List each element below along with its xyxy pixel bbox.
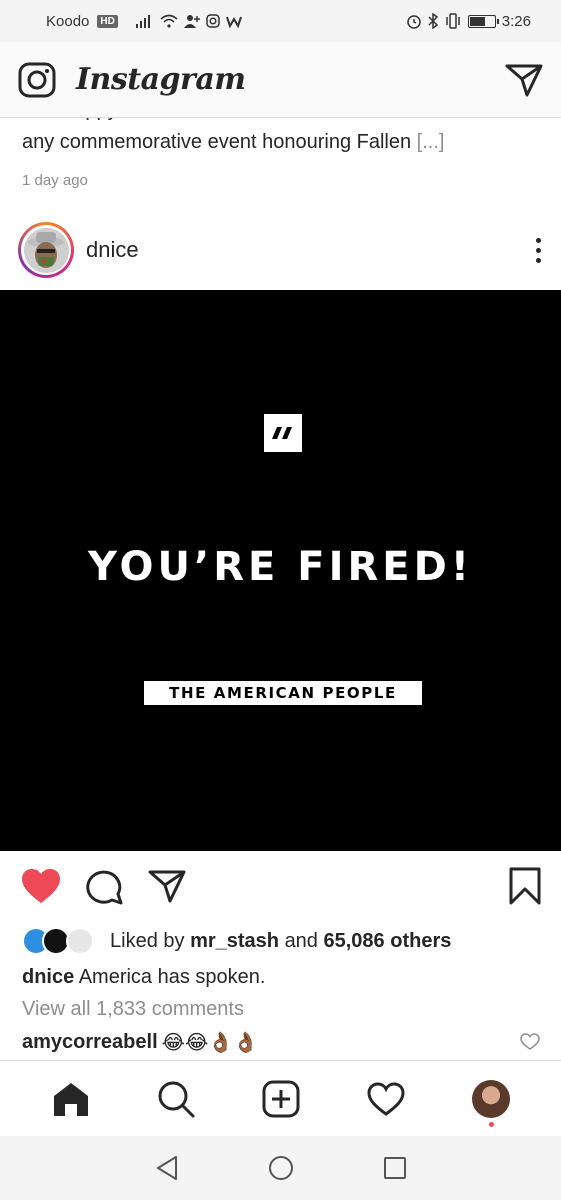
wifi-icon	[160, 14, 178, 28]
avatar-frame	[21, 225, 71, 275]
back-icon[interactable]	[154, 1155, 180, 1181]
w-notification-icon	[225, 16, 242, 28]
caption-username[interactable]: dnice	[22, 966, 74, 988]
carrier-name: Koodo	[46, 12, 90, 30]
hd-badge: HD	[97, 14, 118, 28]
add-user-icon	[183, 15, 200, 28]
liked-by-label: Liked by	[110, 929, 185, 952]
nav-home[interactable]	[41, 1069, 101, 1129]
more-link[interactable]: [...]	[417, 131, 445, 153]
home-circle-icon[interactable]	[268, 1155, 294, 1181]
signal-icon	[135, 15, 150, 28]
search-icon	[158, 1081, 194, 1117]
share-icon[interactable]	[148, 868, 186, 904]
notification-dot	[488, 1121, 494, 1127]
status-bar: Koodo HD 3:26	[0, 0, 561, 42]
camera-icon[interactable]	[18, 62, 56, 98]
status-right: 3:26	[406, 13, 531, 30]
post-caption: dnice America has spoken.	[22, 962, 265, 992]
comment-heart-icon[interactable]	[520, 1033, 540, 1051]
likes-others[interactable]: 65,086 others	[324, 930, 452, 953]
top-comment: amycorreabell 😂😂👌🏾👌🏾	[22, 1030, 540, 1054]
bottom-nav	[0, 1060, 561, 1136]
bookmark-icon[interactable]	[508, 867, 542, 905]
nav-new-post[interactable]	[251, 1069, 311, 1129]
paper-plane-icon[interactable]	[505, 62, 543, 98]
heart-filled-icon[interactable]	[20, 867, 62, 905]
status-icons	[135, 14, 242, 28]
dot	[536, 237, 541, 243]
bluetooth-icon	[428, 13, 438, 29]
app-logo: Instagram	[76, 62, 246, 97]
instagram-notification-icon	[206, 14, 220, 28]
post-image[interactable]: YOU’RE FIRED! THE AMERICAN PEOPLE	[0, 290, 561, 851]
avatar	[66, 927, 94, 955]
nav-profile[interactable]	[461, 1069, 521, 1129]
brand-logo	[264, 414, 302, 452]
post-headline: YOU’RE FIRED!	[87, 544, 474, 590]
post-actions	[20, 864, 542, 908]
caption-line: any commemorative event honouring Fallen…	[22, 131, 445, 153]
comment-text: 😂😂👌🏾👌🏾	[161, 1030, 259, 1054]
new-post-icon	[262, 1080, 299, 1117]
nav-activity[interactable]	[356, 1069, 416, 1129]
status-left: Koodo HD	[46, 13, 242, 30]
double-slash-logo-mark	[272, 427, 292, 439]
more-options-icon[interactable]	[534, 234, 543, 267]
app-header: Instagram	[0, 42, 561, 118]
battery-icon	[467, 14, 499, 28]
profile-avatar	[471, 1079, 510, 1118]
first-liker[interactable]: mr_stash	[190, 930, 279, 953]
view-all-comments[interactable]: View all 1,833 comments	[22, 998, 244, 1021]
likes-conjunction: and	[284, 929, 318, 952]
avatar-picture	[23, 227, 69, 273]
dot	[536, 247, 541, 253]
post-username[interactable]: dnice	[86, 237, 139, 263]
post-banner: THE AMERICAN PEOPLE	[144, 681, 422, 705]
caption-text: America has spoken.	[78, 966, 266, 988]
alarm-icon	[407, 15, 421, 29]
clock: 3:26	[501, 12, 531, 30]
post-header: dnice	[18, 220, 543, 280]
nav-search[interactable]	[146, 1069, 206, 1129]
system-nav	[0, 1136, 561, 1200]
comment-icon[interactable]	[86, 867, 124, 905]
story-ring[interactable]	[18, 222, 74, 278]
comment-username[interactable]: amycorreabell	[22, 1031, 158, 1054]
vibrate-icon	[446, 13, 460, 29]
activity-icon	[366, 1081, 405, 1116]
liker-avatars	[22, 926, 100, 956]
avatar	[23, 227, 69, 273]
recents-icon[interactable]	[382, 1155, 408, 1181]
home-icon	[53, 1082, 88, 1116]
dot	[536, 257, 541, 263]
likes-summary[interactable]: Liked by mr_stash and 65,086 others	[22, 925, 542, 957]
post-timestamp: 1 day ago	[22, 172, 88, 189]
